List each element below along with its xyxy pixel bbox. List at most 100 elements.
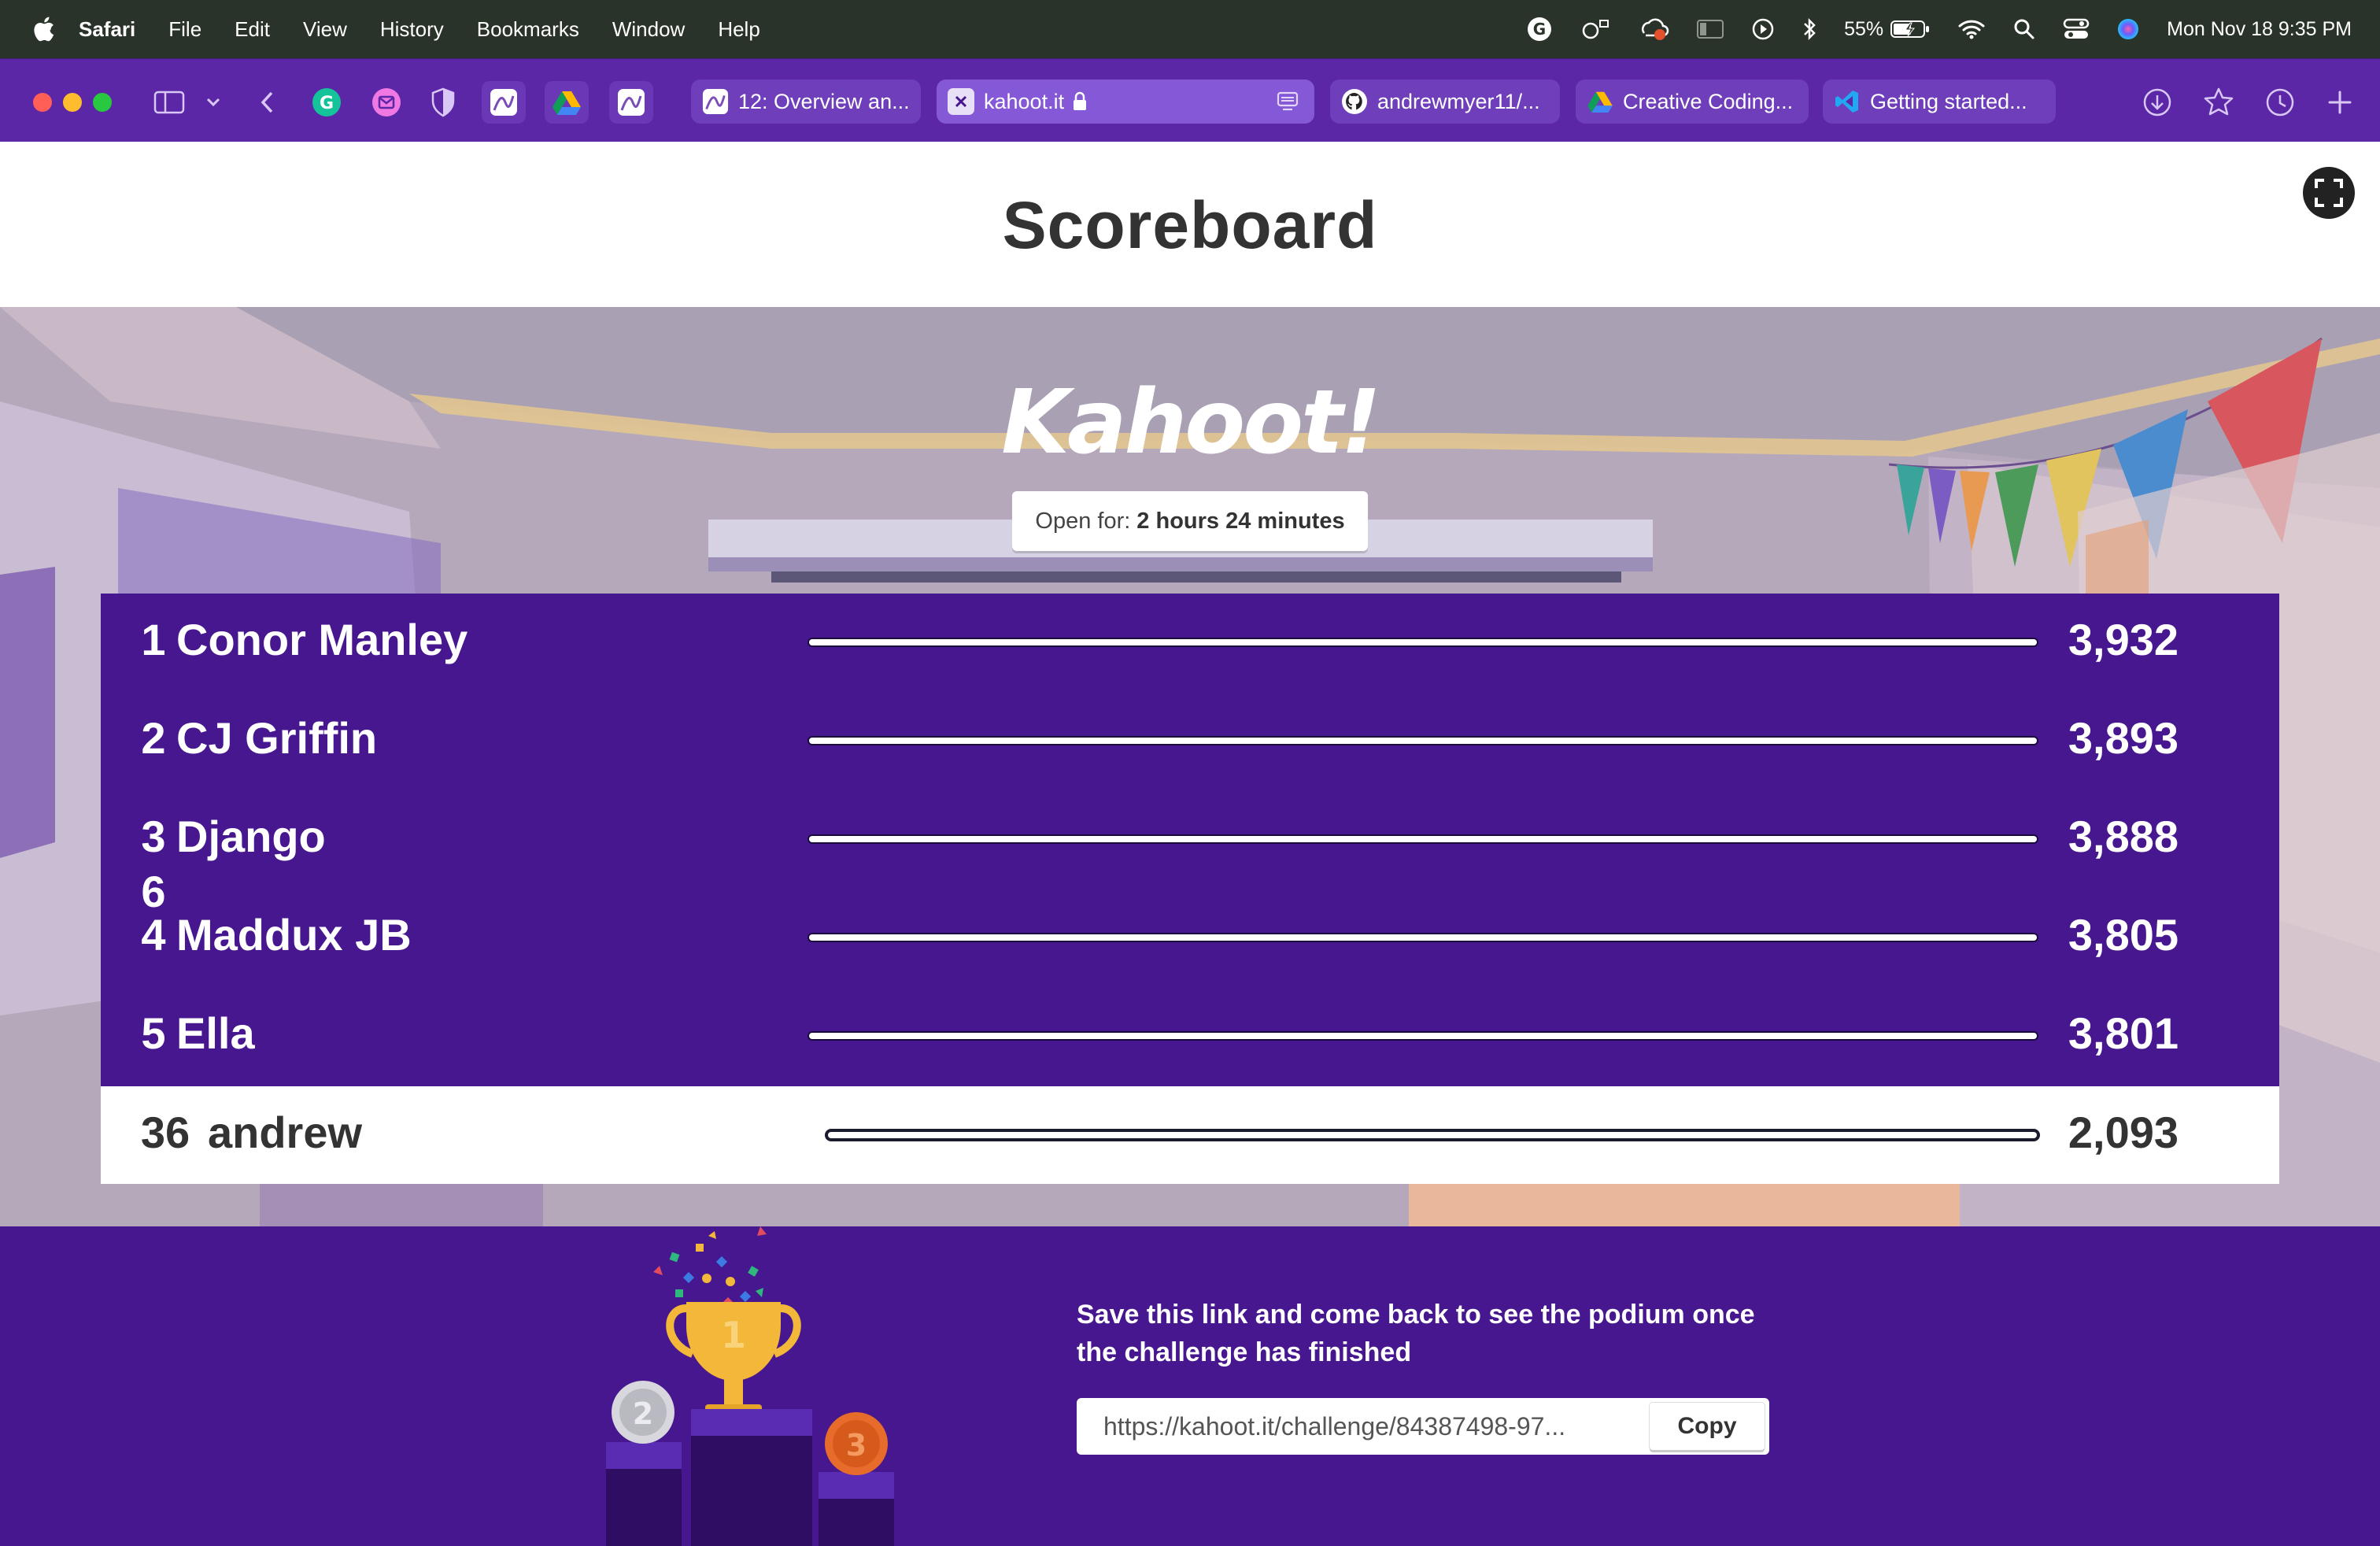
page-title: Scoreboard bbox=[1002, 188, 1378, 262]
player-score: 3,801 bbox=[2068, 1008, 2179, 1058]
copy-link-button[interactable]: Copy bbox=[1650, 1403, 1765, 1450]
play-icon[interactable] bbox=[1751, 17, 1775, 41]
challenge-footer: 1 2 3 Save this link and come back to se… bbox=[0, 1226, 2380, 1546]
spotlight-search-icon[interactable] bbox=[2012, 17, 2036, 41]
player-rank: 3 bbox=[141, 812, 166, 861]
pinned-tab-drive[interactable] bbox=[545, 81, 589, 124]
lock-icon bbox=[1074, 91, 1087, 110]
tab-label: 12: Overview an... bbox=[738, 89, 910, 113]
back-icon[interactable] bbox=[249, 84, 285, 120]
tab-getting-started[interactable]: Getting started... bbox=[1823, 80, 2056, 124]
podium-second-label: 2 bbox=[633, 1396, 653, 1431]
leaderboard-row: 2 CJ Griffin 3,893 bbox=[101, 692, 2279, 790]
open-for-label: Open for: bbox=[1035, 508, 1131, 534]
chart-favicon bbox=[618, 89, 645, 116]
tab-label: Getting started... bbox=[1870, 89, 2027, 113]
player-rank: 2 bbox=[141, 713, 166, 763]
grammarly-icon[interactable]: G bbox=[1526, 16, 1553, 43]
mail-extension-icon[interactable] bbox=[368, 84, 405, 120]
vscode-favicon bbox=[1834, 88, 1861, 115]
player-score: 3,893 bbox=[2068, 713, 2179, 763]
bluetooth-icon[interactable] bbox=[1802, 17, 1817, 41]
menu-app-name[interactable]: Safari bbox=[79, 17, 135, 42]
menu-bar: Safari File Edit View History Bookmarks … bbox=[0, 0, 2380, 58]
player-score: 2,093 bbox=[2068, 1108, 2179, 1157]
player-name: Conor Manley bbox=[176, 615, 468, 664]
tab-overview[interactable]: 12: Overview an... bbox=[691, 80, 921, 124]
fullscreen-button[interactable] bbox=[2303, 167, 2355, 219]
tab-creative-coding[interactable]: Creative Coding... bbox=[1576, 80, 1809, 124]
leaderboard-row: 3 Django 3,888 bbox=[101, 790, 2279, 888]
challenge-link-input[interactable] bbox=[1102, 1411, 1656, 1442]
menu-history[interactable]: History bbox=[380, 17, 444, 42]
grammarly-extension-icon[interactable]: G bbox=[309, 84, 345, 120]
battery-status[interactable]: 55% bbox=[1844, 18, 1931, 41]
leaderboard-row: 4 Maddux JB 3,805 bbox=[101, 889, 2279, 986]
menu-view[interactable]: View bbox=[303, 17, 347, 42]
wifi-icon[interactable] bbox=[1957, 18, 1986, 40]
fullscreen-icon bbox=[2315, 179, 2343, 207]
kahoot-favicon bbox=[948, 88, 974, 115]
minimize-window-button[interactable] bbox=[63, 93, 82, 112]
player-name: CJ Griffin bbox=[176, 713, 378, 763]
player-rank: 36 bbox=[140, 1108, 190, 1157]
tab-label: andrewmyer11/... bbox=[1377, 89, 1540, 113]
github-favicon bbox=[1341, 88, 1368, 115]
battery-icon bbox=[1890, 20, 1930, 38]
menu-file[interactable]: File bbox=[168, 17, 201, 42]
history-clock-icon[interactable] bbox=[2262, 84, 2298, 120]
window-layout-icon[interactable] bbox=[1696, 18, 1724, 40]
menu-help[interactable]: Help bbox=[718, 17, 759, 42]
leaderboard-row: 5 Ella 3,801 bbox=[101, 987, 2279, 1085]
apple-icon[interactable] bbox=[31, 16, 55, 43]
svg-text:G: G bbox=[1533, 20, 1546, 39]
pinned-tab-chart-1[interactable] bbox=[482, 81, 526, 124]
stray-rank-number: 6 bbox=[141, 867, 166, 916]
chevron-down-icon[interactable] bbox=[195, 84, 231, 120]
score-bar bbox=[809, 836, 2037, 842]
score-bar bbox=[828, 1132, 2037, 1138]
open-for-badge: Open for: 2 hours 24 minutes bbox=[1012, 491, 1368, 551]
score-bar bbox=[809, 934, 2037, 941]
new-tab-icon[interactable] bbox=[2322, 84, 2358, 120]
menu-edit[interactable]: Edit bbox=[235, 17, 270, 42]
screen-share-icon[interactable] bbox=[1580, 17, 1611, 41]
status-area: G 55% Mon Nov 18 9:35 PM bbox=[1499, 0, 2352, 58]
chart-favicon bbox=[490, 89, 517, 116]
menu-bookmarks[interactable]: Bookmarks bbox=[477, 17, 579, 42]
clock[interactable]: Mon Nov 18 9:35 PM bbox=[2167, 18, 2352, 41]
podium-illustration: 1 2 3 bbox=[606, 1226, 894, 1546]
zoom-window-button[interactable] bbox=[93, 93, 112, 112]
leaderboard-row: 1 Conor Manley 3,932 bbox=[101, 594, 2279, 691]
tab-kahoot[interactable]: kahoot.it bbox=[937, 80, 1314, 124]
kahoot-logo: Kahoot! bbox=[1001, 372, 1381, 474]
current-player-row: 36 andrew 2,093 bbox=[101, 1086, 2279, 1184]
player-rank: 5 bbox=[141, 1008, 166, 1058]
podium-third-label: 3 bbox=[846, 1428, 867, 1463]
leaderboard: 1 Conor Manley 3,932 2 CJ Griffin 3,893 … bbox=[101, 594, 2279, 1086]
browser-toolbar: G 12: Overview an... kahoot.it andrewmye… bbox=[0, 58, 2380, 142]
player-rank: 1 bbox=[141, 615, 166, 664]
page-header: Scoreboard bbox=[0, 142, 2380, 307]
challenge-link-box: Copy bbox=[1077, 1398, 1769, 1455]
bookmark-star-icon[interactable] bbox=[2201, 84, 2237, 120]
tab-github[interactable]: andrewmyer11/... bbox=[1330, 80, 1560, 124]
score-bar bbox=[809, 639, 2037, 645]
downloads-icon[interactable] bbox=[2139, 84, 2175, 120]
score-bar bbox=[809, 738, 2037, 744]
pinned-tab-chart-2[interactable] bbox=[609, 81, 653, 124]
sidebar-toggle-icon[interactable] bbox=[151, 84, 187, 120]
player-name: Maddux JB bbox=[176, 910, 412, 960]
drive-favicon bbox=[552, 91, 581, 115]
open-for-value: 2 hours 24 minutes bbox=[1136, 508, 1345, 534]
control-center-icon[interactable] bbox=[2063, 17, 2090, 41]
menu-window[interactable]: Window bbox=[612, 17, 685, 42]
svg-text:G: G bbox=[320, 94, 334, 113]
cloud-sync-icon[interactable] bbox=[1638, 16, 1669, 43]
drive-favicon bbox=[1587, 88, 1613, 115]
privacy-shield-icon[interactable] bbox=[425, 84, 461, 120]
siri-icon[interactable] bbox=[2116, 17, 2140, 41]
reader-mode-icon[interactable] bbox=[1277, 91, 1299, 113]
close-window-button[interactable] bbox=[33, 93, 52, 112]
chart-favicon bbox=[702, 88, 729, 115]
